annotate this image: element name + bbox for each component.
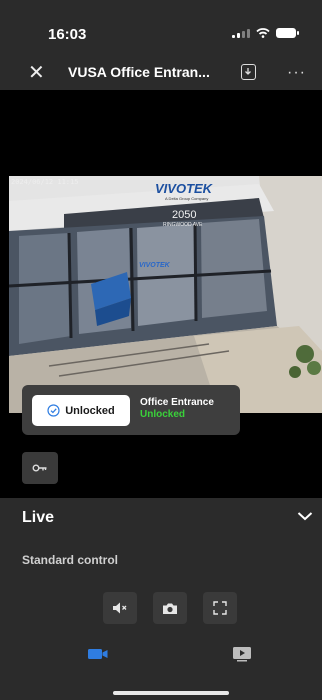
playback-icon <box>233 647 251 662</box>
fullscreen-icon <box>213 601 227 615</box>
door-status-toast: Unlocked Office Entrance Unlocked <box>22 385 240 435</box>
fullscreen-button[interactable] <box>203 592 237 624</box>
wifi-icon <box>256 28 270 38</box>
close-icon[interactable]: ✕ <box>28 60 45 85</box>
live-control-panel: Live Standard control <box>0 498 322 700</box>
check-circle-icon <box>47 404 60 417</box>
door-name: Office Entrance <box>140 397 214 408</box>
status-icons <box>232 28 299 38</box>
download-icon[interactable] <box>241 64 256 80</box>
camera-feed[interactable]: 2024/06/12 11:15 VIVOTEK A Delta Group C… <box>9 176 322 413</box>
snapshot-button[interactable] <box>153 592 187 624</box>
home-indicator <box>113 691 229 695</box>
door-status: Unlocked <box>140 409 186 420</box>
standard-control-label: Standard control <box>22 553 119 567</box>
snapshot-icon <box>163 603 177 614</box>
live-section-title: Live <box>22 509 55 526</box>
status-time: 16:03 <box>48 26 87 43</box>
battery-icon <box>276 28 299 38</box>
mute-icon <box>113 602 127 614</box>
mute-button[interactable] <box>103 592 137 624</box>
more-icon[interactable]: ··· <box>287 64 306 82</box>
camera-timestamp: 2024/06/12 11:15 <box>11 178 79 186</box>
sign-number: 2050 <box>172 209 197 221</box>
camera-header: ✕ VUSA Office Entran... ··· <box>0 56 322 90</box>
sign-brand: VIVOTEK <box>155 181 213 196</box>
unlocked-pill[interactable]: Unlocked <box>32 395 130 426</box>
key-icon <box>32 464 47 472</box>
camera-title: VUSA Office Entran... <box>68 64 210 80</box>
signal-icon <box>232 28 250 38</box>
door-brand: VIVOTEK <box>139 262 170 269</box>
video-viewport[interactable]: 2024/06/12 11:15 VIVOTEK A Delta Group C… <box>0 90 322 498</box>
unlocked-pill-label: Unlocked <box>65 404 115 417</box>
status-bar: 16:03 <box>0 0 322 50</box>
playback-mode-tab[interactable] <box>222 640 262 668</box>
sign-street: RINGWOOD AVE <box>163 222 203 228</box>
door-key-button[interactable] <box>22 452 58 484</box>
live-mode-tab[interactable] <box>78 640 118 668</box>
chevron-down-icon[interactable] <box>297 511 313 521</box>
live-video-icon <box>88 649 108 659</box>
sign-tagline: A Delta Group Company <box>165 196 209 201</box>
